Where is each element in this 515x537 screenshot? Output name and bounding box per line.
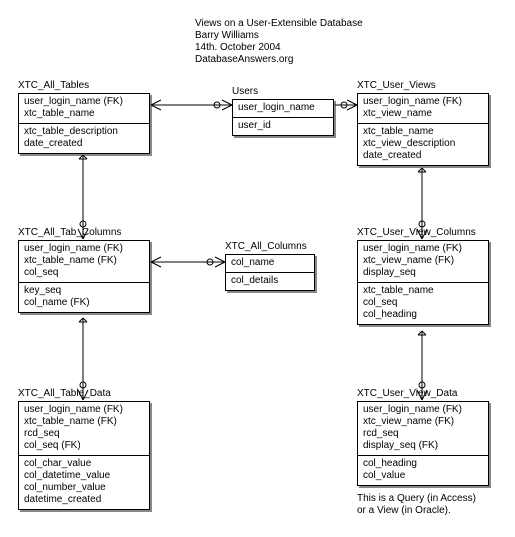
- col: rcd_seq: [363, 428, 483, 440]
- col: xtc_view_name: [363, 108, 483, 120]
- col: xtc_table_name: [24, 108, 144, 120]
- col: key_seq: [24, 285, 144, 297]
- col: col_heading: [363, 309, 483, 321]
- header-date: 14th. October 2004: [195, 42, 363, 54]
- col: col_name (FK): [24, 297, 144, 309]
- entity-user-views: XTC_User_Views user_login_name (FK) xtc_…: [357, 80, 489, 166]
- col: xtc_table_name: [363, 285, 483, 297]
- entity-all-tab-columns: XTC_All_Tab_Columns user_login_name (FK)…: [18, 227, 150, 313]
- note-line: or a View (in Oracle).: [357, 505, 476, 517]
- entity-title: XTC_All_Tab_Columns: [18, 227, 150, 238]
- col: col_seq (FK): [24, 440, 144, 452]
- col: col_name: [231, 257, 309, 269]
- entity-user-view-columns: XTC_User_View_Columns user_login_name (F…: [357, 227, 489, 325]
- col: user_login_name (FK): [363, 243, 483, 255]
- entity-title: Users: [232, 86, 334, 97]
- entity-all-columns: XTC_All_Columns col_name col_details: [225, 241, 315, 291]
- diagram-header: Views on a User-Extensible Database Barr…: [195, 18, 363, 66]
- col: col_details: [231, 275, 309, 287]
- col: user_login_name (FK): [24, 96, 144, 108]
- col: user_login_name (FK): [363, 404, 483, 416]
- col: col_value: [363, 470, 483, 482]
- entity-title: XTC_All_Tables: [18, 80, 150, 91]
- col: datetime_created: [24, 494, 144, 506]
- col: xtc_table_name (FK): [24, 255, 144, 267]
- col: display_seq: [363, 267, 483, 279]
- col: xtc_table_name: [363, 126, 483, 138]
- col: user_login_name (FK): [363, 96, 483, 108]
- col: user_login_name (FK): [24, 404, 144, 416]
- col: xtc_view_name (FK): [363, 416, 483, 428]
- entity-user-view-data: XTC_User_View_Data user_login_name (FK) …: [357, 388, 489, 486]
- entity-title: XTC_User_Views: [357, 80, 489, 91]
- note-line: This is a Query (in Access): [357, 493, 476, 505]
- col: xtc_view_description: [363, 138, 483, 150]
- col: col_seq: [363, 297, 483, 309]
- col: col_heading: [363, 458, 483, 470]
- header-author: Barry Williams: [195, 30, 363, 42]
- col: date_created: [363, 150, 483, 162]
- entity-title: XTC_User_View_Columns: [357, 227, 489, 238]
- entity-all-tables: XTC_All_Tables user_login_name (FK) xtc_…: [18, 80, 150, 154]
- col: user_login_name (FK): [24, 243, 144, 255]
- entity-title: XTC_All_Table_Data: [18, 388, 150, 399]
- col: xtc_table_description: [24, 126, 144, 138]
- header-title: Views on a User-Extensible Database: [195, 18, 363, 30]
- col: xtc_view_name (FK): [363, 255, 483, 267]
- entity-all-table-data: XTC_All_Table_Data user_login_name (FK) …: [18, 388, 150, 510]
- col: xtc_table_name (FK): [24, 416, 144, 428]
- col: user_id: [238, 120, 328, 132]
- col: display_seq (FK): [363, 440, 483, 452]
- col: user_login_name: [238, 102, 328, 114]
- header-site: DatabaseAnswers.org: [195, 54, 363, 66]
- col: rcd_seq: [24, 428, 144, 440]
- entity-users: Users user_login_name user_id: [232, 86, 334, 136]
- col: date_created: [24, 138, 144, 150]
- diagram-note: This is a Query (in Access) or a View (i…: [357, 493, 476, 517]
- col: col_seq: [24, 267, 144, 279]
- col: col_datetime_value: [24, 470, 144, 482]
- col: col_number_value: [24, 482, 144, 494]
- entity-title: XTC_User_View_Data: [357, 388, 489, 399]
- col: col_char_value: [24, 458, 144, 470]
- entity-title: XTC_All_Columns: [225, 241, 315, 252]
